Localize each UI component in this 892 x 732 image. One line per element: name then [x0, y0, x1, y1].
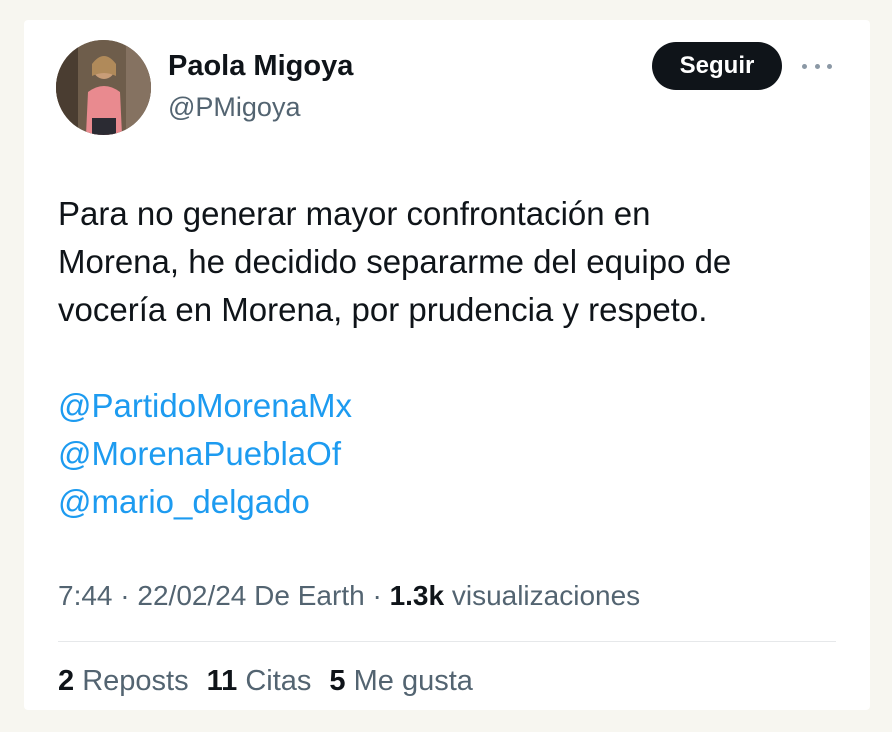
likes-label: Me gusta — [353, 665, 473, 697]
avatar[interactable] — [56, 40, 151, 135]
tweet-date[interactable]: 22/02/24 — [137, 580, 246, 611]
quotes-stat[interactable]: 11 Citas — [207, 665, 312, 698]
dot — [814, 63, 820, 69]
tweet-time[interactable]: 7:44 — [58, 580, 113, 611]
tweet-meta: 7:44 · 22/02/24 De Earth · 1.3k visualiz… — [58, 580, 640, 612]
dot — [802, 63, 807, 69]
meta-separator: · — [372, 580, 382, 611]
avatar-photo — [56, 40, 151, 135]
tweet-line: Morena, he decidido separarme del equipo… — [58, 243, 732, 280]
meta-separator: · — [120, 580, 130, 611]
mentions-list: @PartidoMorenaMx @MorenaPueblaOf @mario_… — [58, 382, 352, 526]
tweet-card: Paola Migoya @PMigoya Seguir Para no gen… — [24, 20, 870, 710]
dot — [827, 63, 832, 69]
reposts-count: 2 — [58, 665, 75, 697]
more-options-icon[interactable] — [802, 56, 832, 76]
quotes-count: 11 — [206, 665, 238, 697]
engagement-stats: 2 Reposts 11 Citas 5 Me gusta — [58, 665, 473, 698]
mention-link[interactable]: @mario_delgado — [58, 478, 352, 526]
likes-count: 5 — [329, 665, 346, 697]
mention-link[interactable]: @MorenaPueblaOf — [58, 430, 352, 478]
reposts-stat[interactable]: 2 Reposts — [58, 665, 189, 698]
divider — [58, 641, 836, 642]
follow-button[interactable]: Seguir — [652, 42, 782, 90]
tweet-source: De Earth — [254, 580, 365, 611]
mention-link[interactable]: @PartidoMorenaMx — [58, 382, 352, 430]
author-handle[interactable]: @PMigoya — [168, 92, 300, 123]
views-count: 1.3k — [389, 580, 445, 611]
reposts-label: Reposts — [82, 665, 189, 697]
author-display-name[interactable]: Paola Migoya — [168, 50, 353, 83]
tweet-text: Para no generar mayor confrontación en M… — [58, 190, 838, 334]
tweet-line: Para no generar mayor confrontación en — [58, 195, 651, 232]
likes-stat[interactable]: 5 Me gusta — [329, 665, 473, 698]
quotes-label: Citas — [245, 665, 312, 697]
tweet-line: vocería en Morena, por prudencia y respe… — [58, 291, 708, 328]
views-label: visualizaciones — [451, 580, 641, 611]
